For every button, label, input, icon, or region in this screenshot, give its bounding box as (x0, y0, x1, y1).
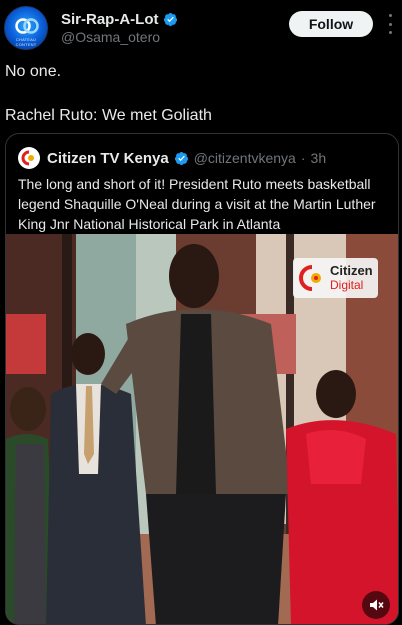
channel-logo-icon (15, 18, 39, 34)
verified-badge-icon (174, 151, 188, 165)
video-player[interactable]: Citizen Digital (6, 234, 398, 624)
quoted-avatar[interactable] (18, 147, 40, 169)
watermark-line2: Digital (330, 278, 364, 292)
verified-badge-icon (163, 12, 177, 27)
more-dots-icon[interactable] (384, 14, 396, 34)
tweet-text: No one. Rachel Ruto: We met Goliath (5, 63, 212, 124)
tweet-header: CHATEAU CONTENT Sir-Rap-A-Lot @Osama_ote… (0, 0, 402, 52)
follow-button[interactable]: Follow (289, 11, 373, 37)
quoted-time[interactable]: 3h (311, 150, 327, 166)
volume-muted-icon[interactable] (362, 591, 390, 619)
quoted-tweet[interactable]: Citizen TV Kenya @citizentvkenya · 3h Th… (5, 133, 399, 625)
author-name-row: Sir-Rap-A-Lot (61, 11, 178, 28)
author-avatar[interactable]: CHATEAU CONTENT (4, 6, 48, 50)
author-handle[interactable]: @Osama_otero (61, 29, 160, 45)
citizen-digital-logo-icon (299, 265, 321, 291)
quoted-header: Citizen TV Kenya @citizentvkenya · 3h (18, 147, 326, 169)
watermark-line1: Citizen (330, 263, 373, 278)
citizen-logo-icon (21, 150, 34, 166)
quoted-text: The long and short of it! President Ruto… (18, 176, 376, 232)
quoted-display-name[interactable]: Citizen TV Kenya (47, 150, 169, 167)
avatar-logo-text: CHATEAU CONTENT (15, 37, 37, 47)
citizen-digital-watermark: Citizen Digital (293, 258, 378, 298)
quoted-handle[interactable]: @citizentvkenya (194, 150, 296, 166)
quoted-separator: · (300, 150, 306, 166)
author-display-name[interactable]: Sir-Rap-A-Lot (61, 11, 159, 28)
